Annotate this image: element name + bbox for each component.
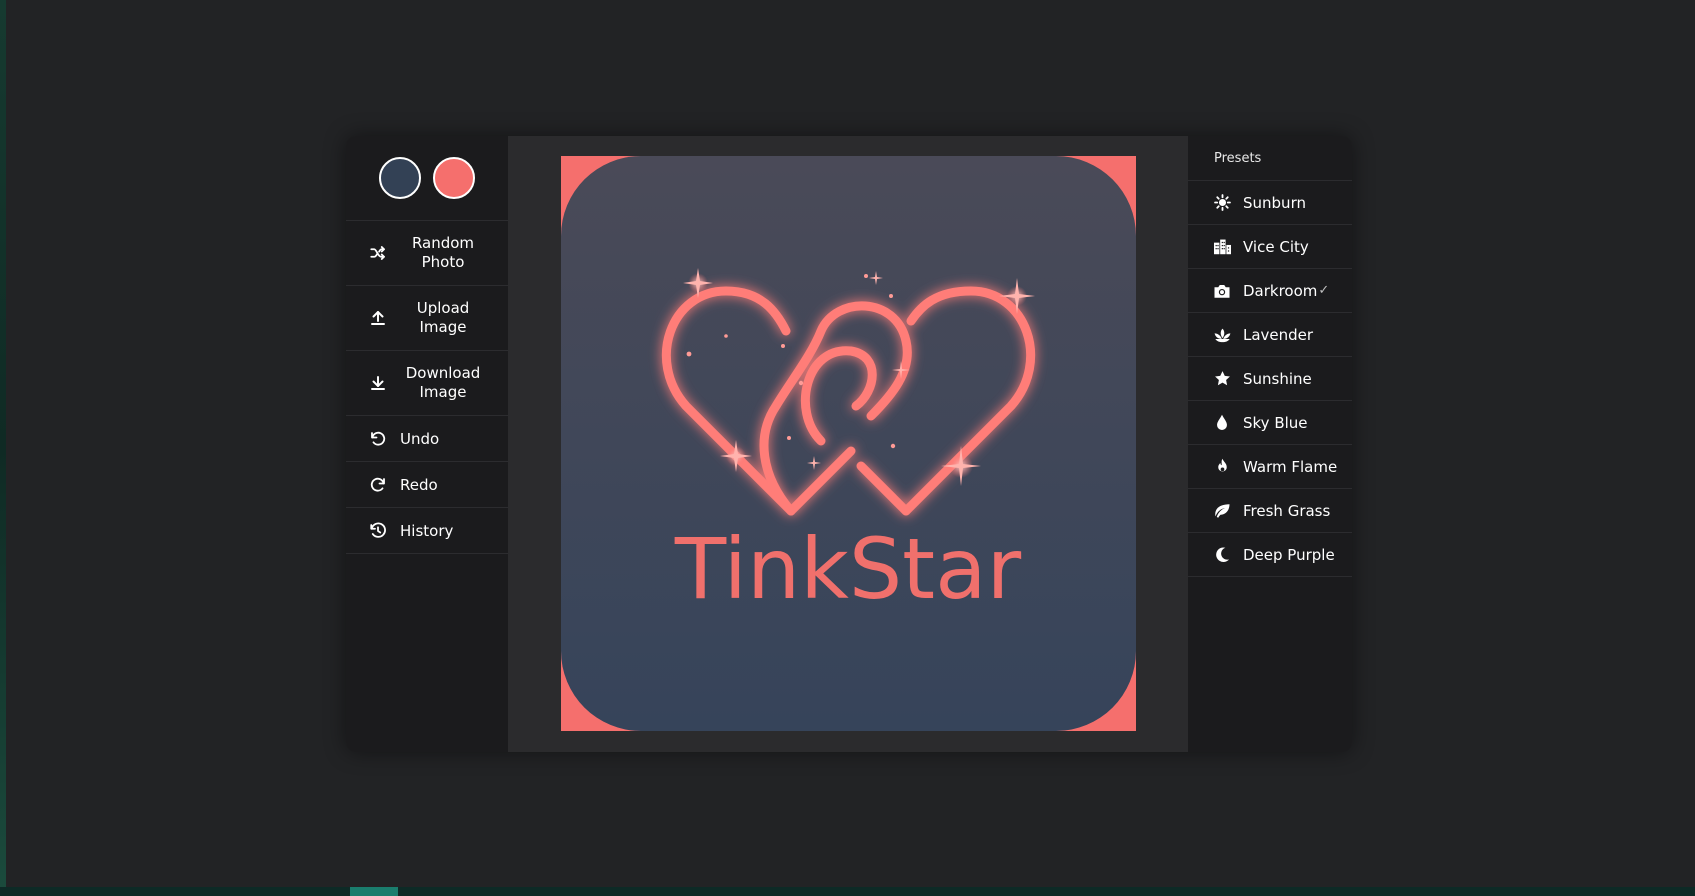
selected-check-icon: ✓ [1318, 283, 1330, 298]
random-photo-label: Random Photo [411, 234, 475, 271]
logo-text: TinkStar [674, 520, 1022, 618]
preset-label: Sunburn [1243, 193, 1306, 212]
preset-sky-blue[interactable]: Sky Blue [1188, 401, 1352, 445]
tools-panel: Random Photo Upload Image Download Image [346, 136, 508, 752]
preset-vice-city[interactable]: Vice City [1188, 225, 1352, 269]
secondary-color-swatch[interactable] [433, 157, 475, 199]
preset-label: Vice City [1243, 237, 1309, 256]
artwork-card [561, 156, 1136, 731]
shuffle-icon [368, 243, 388, 263]
preset-darkroom[interactable]: Darkroom ✓ [1188, 269, 1352, 313]
canvas-area: TinkStar [508, 136, 1188, 752]
star-icon [1212, 369, 1232, 389]
tinkstar-logo-artwork: TinkStar [561, 156, 1136, 731]
undo-label: Undo [400, 429, 440, 448]
download-icon [368, 373, 388, 393]
preset-sunburn[interactable]: Sunburn [1188, 181, 1352, 225]
desktop-background-edge [0, 0, 6, 896]
presets-title: Presets [1188, 136, 1352, 181]
preset-sunshine[interactable]: Sunshine [1188, 357, 1352, 401]
photo-editor-window: Random Photo Upload Image Download Image [346, 136, 1352, 752]
preset-label: Lavender [1243, 325, 1314, 344]
image-preview[interactable]: TinkStar [561, 156, 1136, 731]
preset-warm-flame[interactable]: Warm Flame [1188, 445, 1352, 489]
preset-label: Sky Blue [1243, 413, 1308, 432]
sun-icon [1212, 193, 1232, 213]
undo-button[interactable]: Undo [346, 416, 508, 462]
history-label: History [400, 521, 454, 540]
preset-fresh-grass[interactable]: Fresh Grass [1188, 489, 1352, 533]
history-icon [368, 521, 388, 541]
leaf-icon [1212, 501, 1232, 521]
upload-icon [368, 308, 388, 328]
redo-icon [368, 475, 388, 495]
preset-label: Sunshine [1243, 369, 1312, 388]
redo-button[interactable]: Redo [346, 462, 508, 508]
undo-icon [368, 429, 388, 449]
desktop-screen: Random Photo Upload Image Download Image [0, 0, 1695, 896]
preset-deep-purple[interactable]: Deep Purple [1188, 533, 1352, 577]
primary-color-swatch[interactable] [379, 157, 421, 199]
presets-panel: Presets Sunburn Vice City Darkroom ✓ Lav… [1188, 136, 1352, 752]
redo-label: Redo [400, 475, 438, 494]
droplet-icon [1212, 413, 1232, 433]
download-image-label: Download Image [405, 364, 481, 401]
moon-icon [1212, 545, 1232, 565]
random-photo-button[interactable]: Random Photo [346, 221, 508, 286]
history-button[interactable]: History [346, 508, 508, 554]
upload-image-label: Upload Image [416, 299, 470, 336]
os-taskbar [0, 887, 1695, 896]
preset-label: Warm Flame [1243, 457, 1338, 476]
preset-label: Deep Purple [1243, 545, 1335, 564]
preset-lavender[interactable]: Lavender [1188, 313, 1352, 357]
camera-icon [1212, 281, 1232, 301]
city-icon [1212, 237, 1232, 257]
upload-image-button[interactable]: Upload Image [346, 286, 508, 351]
lotus-icon [1212, 325, 1232, 345]
preset-label: Fresh Grass [1243, 501, 1331, 520]
download-image-button[interactable]: Download Image [346, 351, 508, 416]
preset-label: Darkroom [1243, 281, 1318, 300]
fire-icon [1212, 457, 1232, 477]
active-taskbar-item[interactable] [350, 887, 398, 896]
color-swatches [346, 136, 508, 221]
